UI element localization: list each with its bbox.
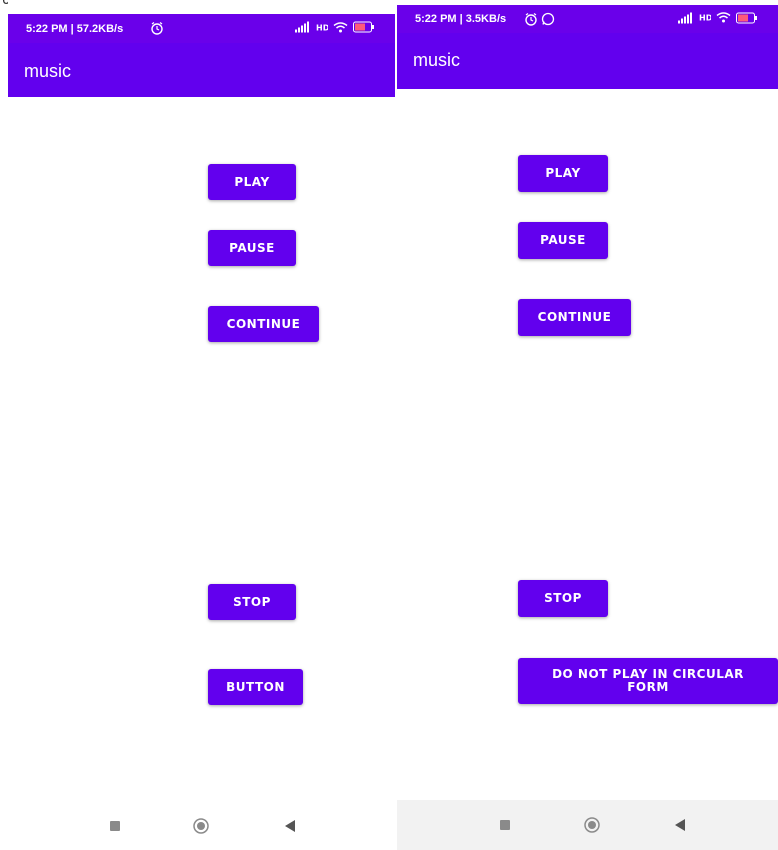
recent-apps-icon[interactable] xyxy=(493,813,517,837)
status-bar: 5:22 PM | 57.2KB/s HD xyxy=(8,14,395,43)
continue-button[interactable]: CONTINUE xyxy=(518,299,631,336)
left-phone-screen: 5:22 PM | 57.2KB/s HD music PLAY PAUSE C… xyxy=(8,0,395,850)
wifi-icon xyxy=(333,21,348,36)
continue-button[interactable]: CONTINUE xyxy=(208,306,319,342)
svg-text:HD: HD xyxy=(316,23,328,32)
do-not-loop-button[interactable]: DO NOT PLAY IN CIRCULAR FORM xyxy=(518,658,778,704)
battery-icon xyxy=(353,21,375,36)
back-icon[interactable] xyxy=(278,814,302,838)
navigation-bar xyxy=(397,800,778,850)
app-bar: music xyxy=(8,43,395,97)
wifi-icon xyxy=(716,12,731,27)
play-button[interactable]: PLAY xyxy=(208,164,296,200)
stop-button[interactable]: STOP xyxy=(518,580,608,617)
app-title: music xyxy=(413,50,461,70)
play-button[interactable]: PLAY xyxy=(518,155,608,192)
recent-apps-icon[interactable] xyxy=(103,814,127,838)
right-phone-screen: 5:22 PM | 3.5KB/s HD music PLAY PAUSE CO… xyxy=(397,0,778,850)
whatsapp-icon xyxy=(541,12,555,29)
signal-icon xyxy=(678,12,694,26)
home-icon[interactable] xyxy=(189,814,213,838)
svg-text:HD: HD xyxy=(699,14,711,23)
pause-button[interactable]: PAUSE xyxy=(208,230,296,266)
hd-icon: HD xyxy=(316,21,330,36)
hd-icon: HD xyxy=(699,12,713,27)
app-title: music xyxy=(24,61,72,81)
alarm-icon xyxy=(150,21,164,38)
generic-button[interactable]: BUTTON xyxy=(208,669,303,705)
back-icon[interactable] xyxy=(668,813,692,837)
status-time-speed: 5:22 PM | 3.5KB/s xyxy=(415,13,507,25)
navigation-bar xyxy=(8,802,395,850)
status-time-speed: 5:22 PM | 57.2KB/s xyxy=(26,22,124,35)
signal-icon xyxy=(295,21,311,36)
battery-icon xyxy=(736,12,758,26)
alarm-icon xyxy=(524,12,538,29)
status-bar: 5:22 PM | 3.5KB/s HD xyxy=(397,5,778,33)
home-icon[interactable] xyxy=(580,813,604,837)
app-bar: music xyxy=(397,33,778,89)
pause-button[interactable]: PAUSE xyxy=(518,222,608,259)
stop-button[interactable]: STOP xyxy=(208,584,296,620)
